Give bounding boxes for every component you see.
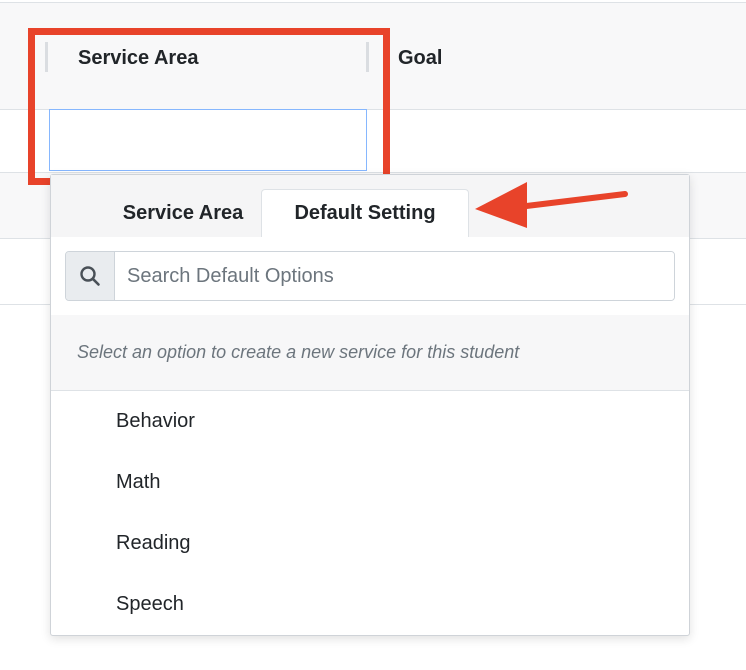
option-behavior[interactable]: Behavior (51, 391, 689, 452)
option-reading[interactable]: Reading (51, 513, 689, 574)
service-area-dropdown: Service Area Default Setting Select an o… (50, 174, 690, 636)
annotation-arrow-icon (475, 182, 628, 228)
tab-default-setting[interactable]: Default Setting (261, 189, 469, 238)
search-input-group (65, 251, 675, 301)
column-header-goal[interactable]: Goal (398, 47, 442, 70)
dropdown-hint-text: Select an option to create a new service… (51, 315, 689, 391)
option-list: Behavior Math Reading Speech (51, 391, 689, 635)
option-speech[interactable]: Speech (51, 574, 689, 635)
option-math[interactable]: Math (51, 452, 689, 513)
search-section (51, 237, 689, 316)
tab-service-area[interactable]: Service Area (83, 189, 283, 237)
annotation-highlight-box (28, 28, 390, 185)
search-default-options-input[interactable] (115, 252, 674, 300)
search-icon (66, 252, 115, 300)
